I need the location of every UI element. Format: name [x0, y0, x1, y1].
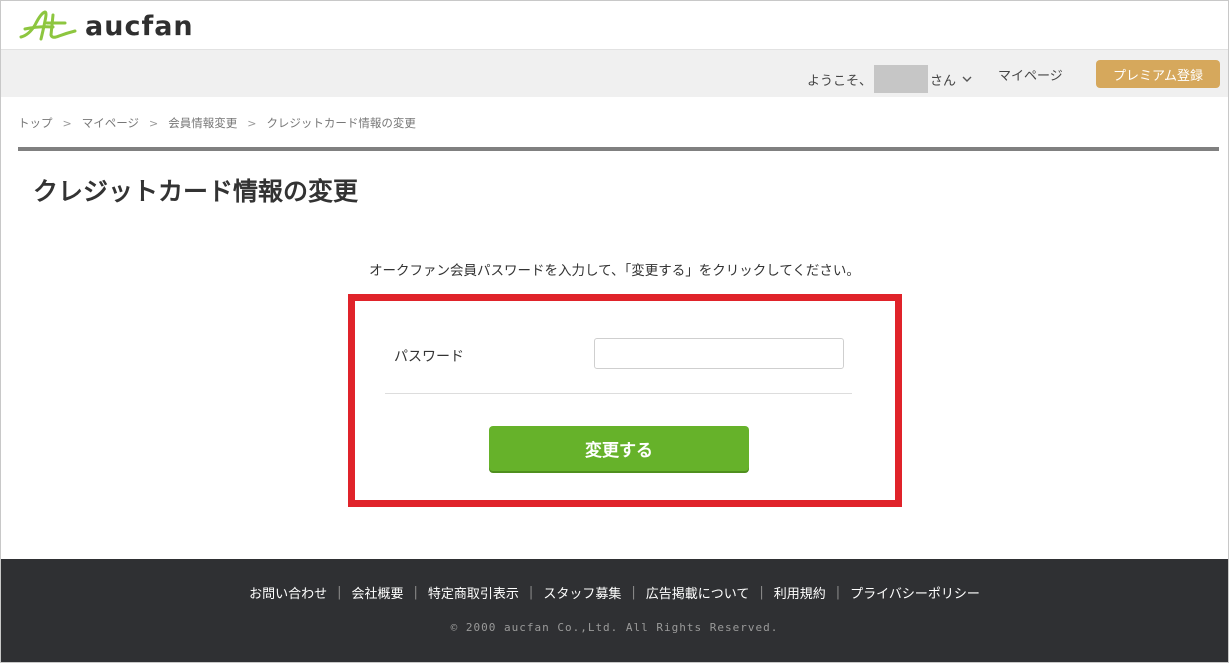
chevron-down-icon: [962, 76, 972, 82]
footer-separator: |: [337, 585, 342, 600]
welcome-suffix: さん: [930, 73, 957, 89]
password-label: パスワード: [394, 349, 464, 365]
breadcrumb-item-mypage[interactable]: マイページ: [82, 115, 139, 131]
instruction-text: オークファン会員パスワードを入力して、「変更する」をクリックしてください。: [369, 263, 860, 279]
mypage-link[interactable]: マイページ: [998, 65, 1063, 84]
footer-link-privacy[interactable]: プライバシーポリシー: [850, 583, 980, 602]
logo-text: aucfan: [85, 10, 194, 42]
footer-link-advertising[interactable]: 広告掲載について: [646, 583, 750, 602]
form-divider: [385, 393, 852, 394]
footer-link-recruit[interactable]: スタッフ募集: [543, 583, 621, 602]
page-title: クレジットカード情報の変更: [33, 177, 359, 206]
user-nav-bar: ようこそ、 さん マイページ プレミアム登録: [1, 50, 1228, 97]
title-divider: [18, 147, 1219, 151]
breadcrumb: トップ > マイページ > 会員情報変更 > クレジットカード情報の変更: [18, 115, 416, 131]
breadcrumb-item-top[interactable]: トップ: [18, 115, 53, 131]
footer-separator: |: [759, 585, 764, 600]
footer-separator: |: [835, 585, 841, 600]
footer-link-terms[interactable]: 利用規約: [774, 583, 826, 602]
premium-register-button[interactable]: プレミアム登録: [1096, 60, 1220, 88]
highlight-box: [348, 294, 902, 507]
footer-separator: |: [413, 585, 418, 600]
logo[interactable]: aucfan: [19, 9, 194, 43]
footer-links: お問い合わせ | 会社概要 | 特定商取引表示 | スタッフ募集 | 広告掲載に…: [1, 583, 1228, 602]
logo-mark-icon: [19, 10, 77, 41]
site-footer: お問い合わせ | 会社概要 | 特定商取引表示 | スタッフ募集 | 広告掲載に…: [1, 559, 1228, 662]
welcome-prefix: ようこそ、: [807, 73, 873, 89]
breadcrumb-item-current: クレジットカード情報の変更: [266, 116, 416, 130]
copyright-text: © 2000 aucfan Co.,Ltd. All Rights Reserv…: [450, 621, 779, 634]
welcome-menu[interactable]: ようこそ、 さん: [807, 65, 972, 93]
breadcrumb-separator: >: [149, 116, 159, 130]
footer-separator: |: [528, 585, 534, 600]
footer-link-commerce-law[interactable]: 特定商取引表示: [428, 583, 519, 602]
footer-separator: |: [631, 585, 636, 600]
change-submit-button[interactable]: 変更する: [489, 426, 749, 471]
footer-link-company[interactable]: 会社概要: [352, 583, 404, 602]
username-redacted: [874, 65, 929, 93]
site-header: aucfan: [1, 1, 1228, 50]
password-input[interactable]: [594, 338, 844, 369]
breadcrumb-separator: >: [247, 116, 257, 130]
footer-link-contact[interactable]: お問い合わせ: [249, 583, 327, 602]
breadcrumb-separator: >: [62, 116, 72, 130]
breadcrumb-item-member-info[interactable]: 会員情報変更: [168, 115, 237, 131]
